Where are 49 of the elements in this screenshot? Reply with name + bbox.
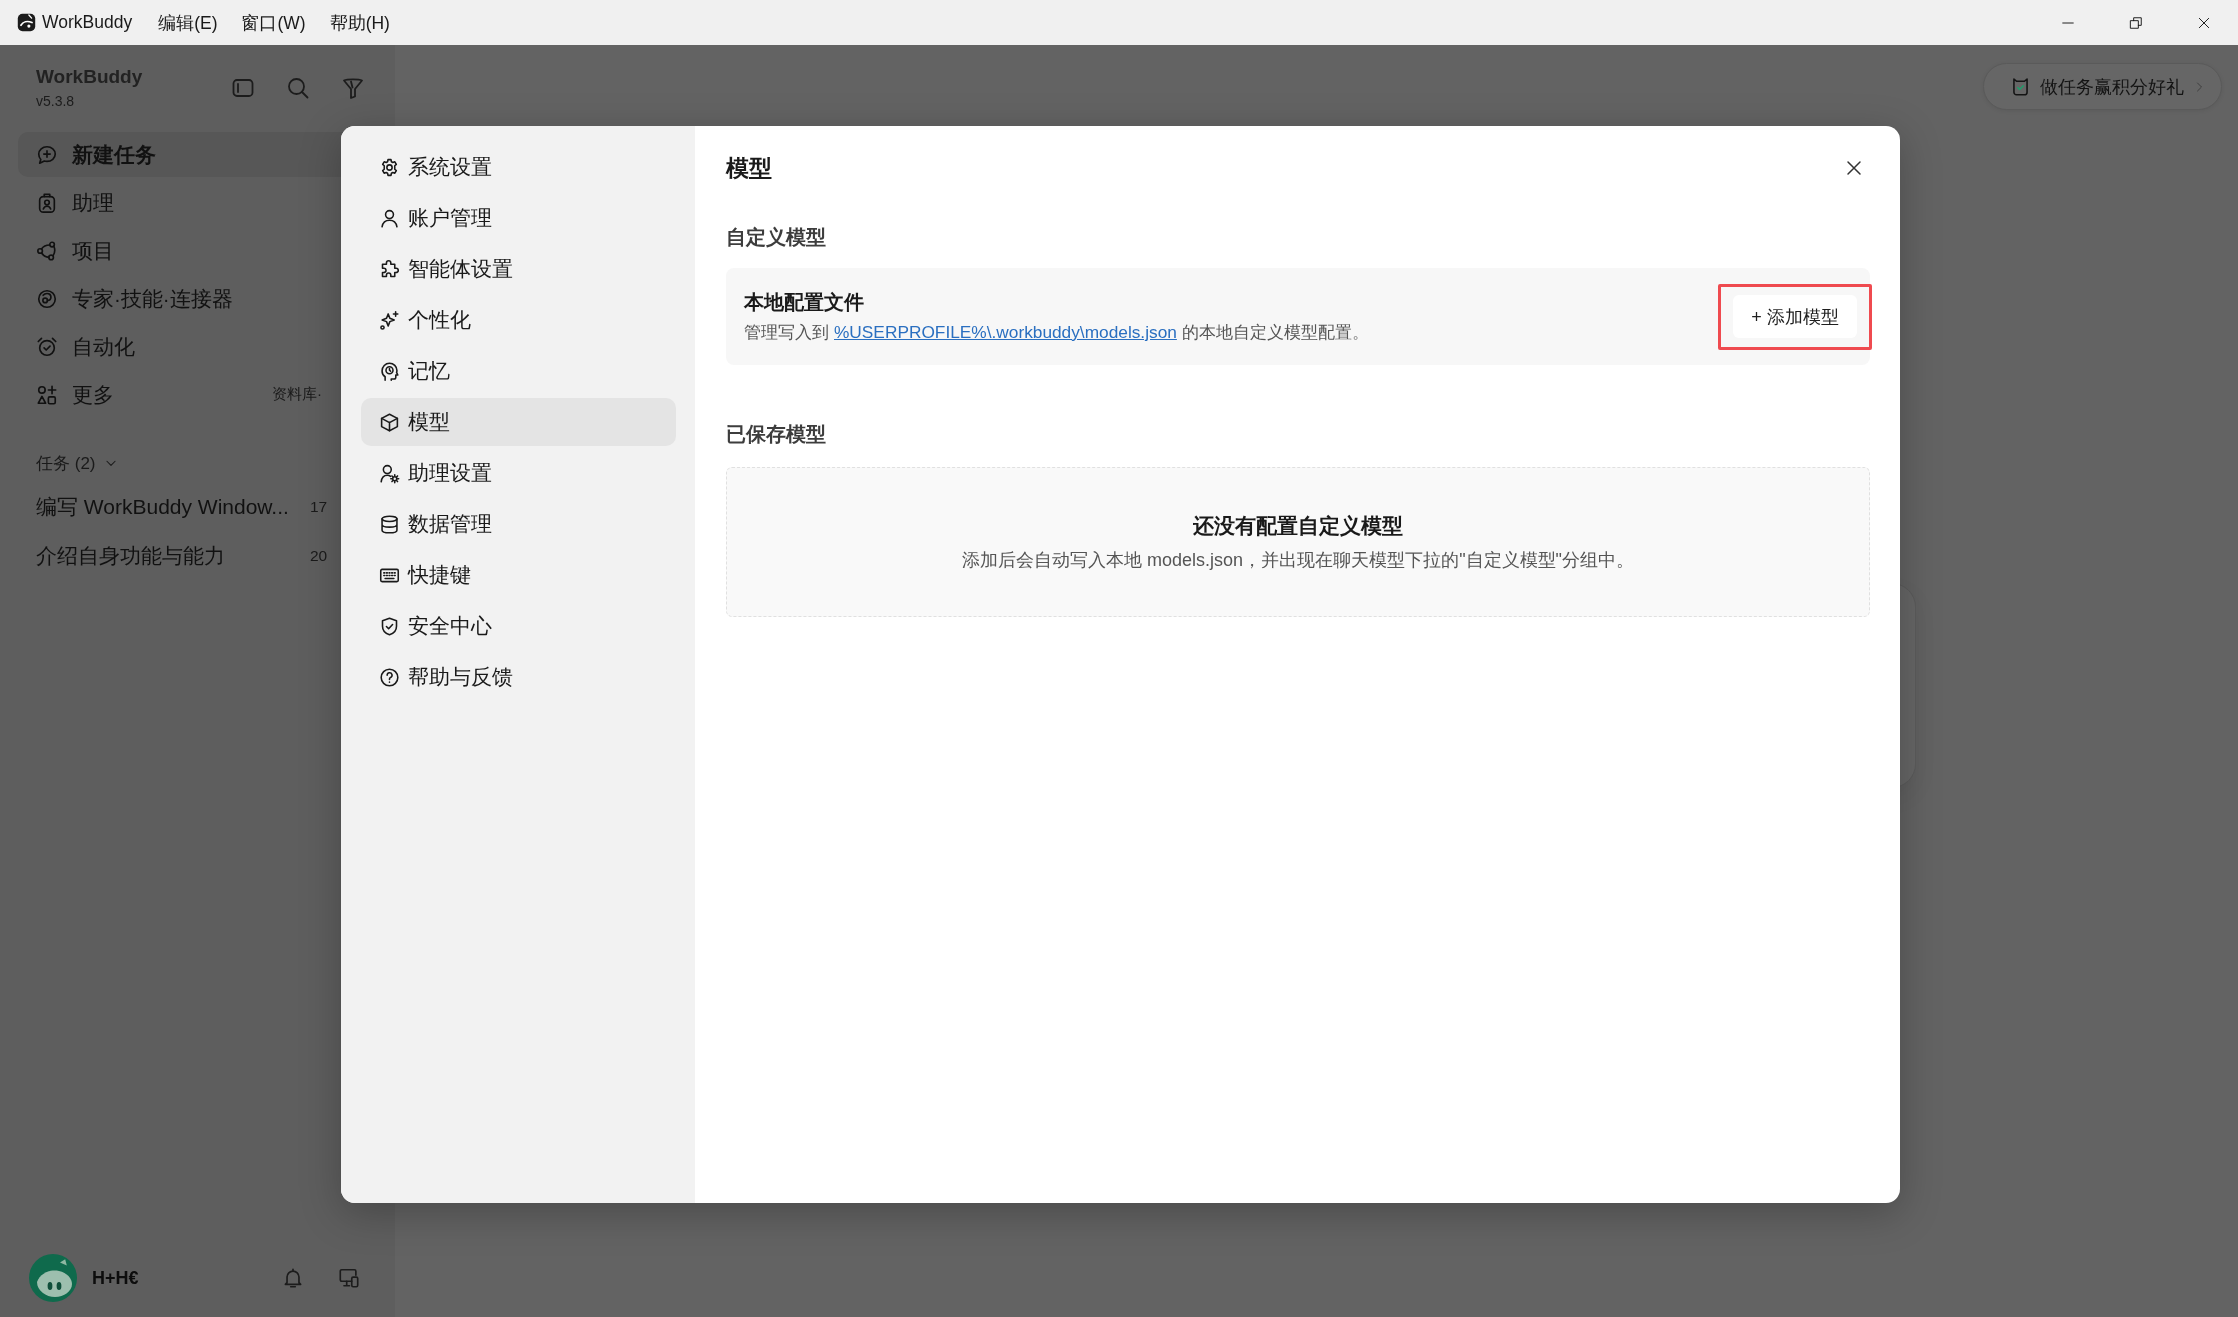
restore-icon[interactable] — [2129, 15, 2143, 30]
avatar-icon[interactable] — [29, 1254, 77, 1302]
gear-icon — [379, 156, 400, 178]
head-clock-icon — [379, 360, 400, 382]
shield-check-icon — [379, 615, 400, 637]
user-name: H+H€ — [92, 1267, 139, 1289]
alarm-clock-icon — [36, 335, 58, 358]
app-name: WorkBuddy — [42, 12, 133, 33]
chat-plus-icon — [36, 143, 58, 166]
devices-icon[interactable] — [338, 1267, 360, 1289]
settings-nav-item[interactable]: 模型 — [361, 398, 676, 446]
help-icon — [379, 666, 400, 688]
settings-nav-item[interactable]: 安全中心 — [361, 602, 676, 650]
nodes-icon — [36, 239, 58, 262]
person-icon — [379, 207, 400, 229]
close-icon[interactable] — [1845, 159, 1863, 177]
file-path-link[interactable]: %USERPROFILE%\.workbuddy\models.json — [834, 322, 1177, 342]
database-icon — [379, 513, 400, 535]
shapes-icon — [36, 383, 58, 406]
task-time: 20 — [310, 546, 328, 565]
description-text: 管理写入到 %USERPROFILE%\.workbuddy\models.json 的本地自定义模型配置。 — [744, 321, 1369, 344]
spiral-icon — [36, 287, 58, 310]
sparkle-icon — [379, 309, 400, 331]
version-text: v5.3.8 — [36, 92, 76, 111]
bag-check-icon — [2010, 76, 2031, 97]
section-heading: 已保存模型 — [726, 422, 827, 447]
search-icon[interactable] — [286, 76, 310, 100]
menu-item[interactable]: 帮助(H) — [317, 6, 402, 39]
sidebar-toggle-icon[interactable] — [231, 76, 255, 100]
person-gear-icon — [379, 462, 400, 484]
empty-state-title: 还没有配置自定义模型 — [1193, 513, 1403, 539]
app-logo-icon — [17, 13, 36, 32]
settings-nav-item[interactable]: 帮助与反馈 — [361, 653, 676, 701]
bell-icon[interactable] — [282, 1267, 304, 1289]
hint-text: 资料库· — [272, 385, 322, 404]
dialog-title: 模型 — [726, 153, 772, 183]
task-time: 17 — [310, 497, 328, 516]
menu-item[interactable]: 窗口(W) — [229, 6, 318, 39]
puzzle-icon — [379, 258, 400, 280]
funnel-icon[interactable] — [341, 76, 365, 100]
id-badge-icon — [36, 191, 58, 214]
close-icon[interactable] — [2197, 15, 2211, 30]
section-heading: 自定义模型 — [726, 225, 827, 250]
menu-item[interactable]: 编辑(E) — [146, 6, 230, 39]
cube-icon — [379, 411, 400, 433]
add-model-button[interactable]: + 添加模型 — [1733, 295, 1857, 338]
empty-state-text: 添加后会自动写入本地 models.json，并出现在聊天模型下拉的"自定义模型"分组中。 — [962, 549, 1634, 572]
app-title: WorkBuddy — [36, 65, 143, 89]
card-title: 本地配置文件 — [744, 290, 865, 315]
